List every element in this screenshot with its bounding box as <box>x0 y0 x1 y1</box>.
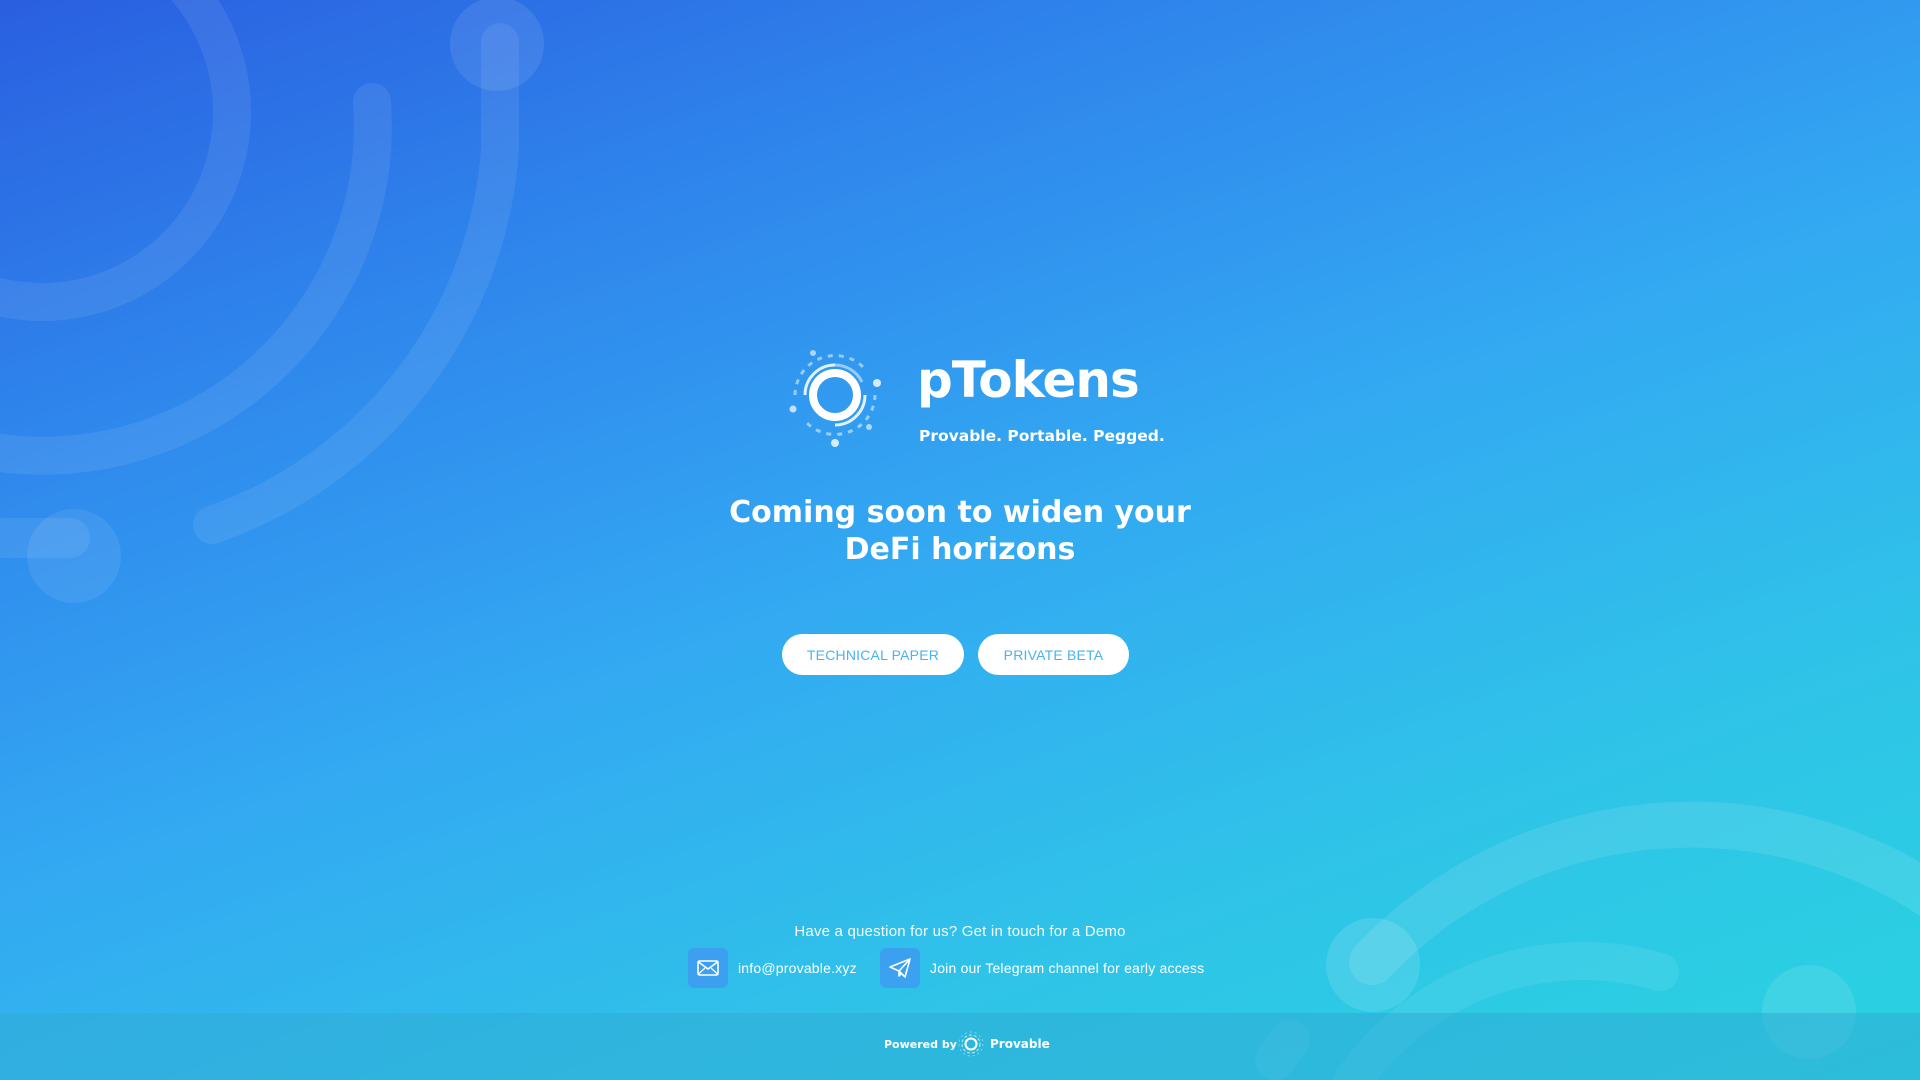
email-contact-link[interactable]: info@provable.xyz <box>688 948 857 988</box>
hero-section: pTokens Provable. Portable. Pegged. Comi… <box>0 0 1920 1013</box>
headline-line-1: Coming soon to widen your <box>729 495 1191 530</box>
telegram-contact-link[interactable]: Join our Telegram channel for early acce… <box>880 948 1204 988</box>
powered-by-label: Powered by <box>884 1038 957 1051</box>
telegram-text: Join our Telegram channel for early acce… <box>930 960 1205 976</box>
headline-line-2: DeFi horizons <box>844 532 1076 567</box>
ptokens-logo-icon <box>789 350 881 447</box>
email-address: info@provable.xyz <box>738 960 857 976</box>
paper-plane-icon <box>880 948 920 988</box>
brand-name: pTokens <box>917 351 1140 409</box>
brand-logo: pTokens Provable. Portable. Pegged. <box>783 343 1165 453</box>
provable-link[interactable]: Provable <box>990 1037 1050 1051</box>
mail-icon <box>688 948 728 988</box>
provable-logo-icon <box>958 1031 984 1057</box>
contact-question: Have a question for us? Get in touch for… <box>794 923 1126 940</box>
brand-tagline: Provable. Portable. Pegged. <box>919 427 1165 445</box>
private-beta-button[interactable]: PRIVATE BETA <box>978 634 1129 675</box>
technical-paper-button[interactable]: TECHNICAL PAPER <box>782 634 964 675</box>
hero-headline: Coming soon to widen your DeFi horizons <box>660 494 1260 568</box>
